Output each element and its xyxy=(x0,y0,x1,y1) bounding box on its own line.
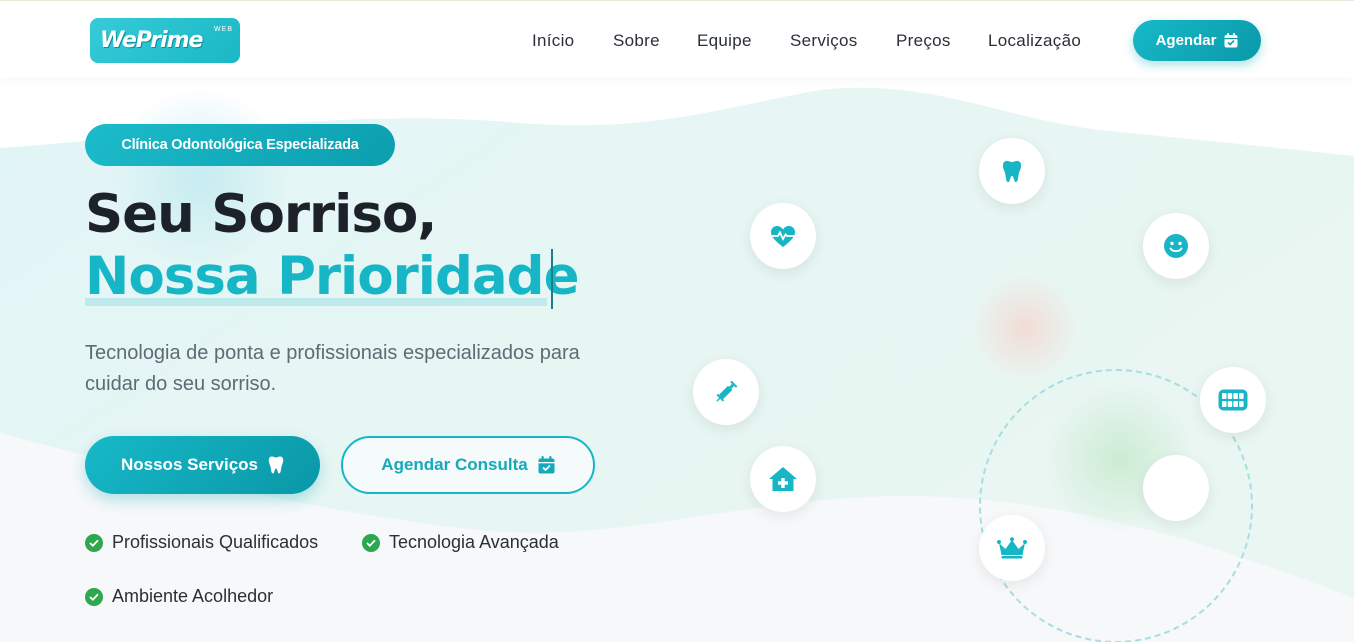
hero-subtitle-line2: cuidar do seu sorriso. xyxy=(85,373,277,395)
crown-icon xyxy=(997,537,1027,559)
calendar-check-icon xyxy=(538,456,555,474)
syringe-icon xyxy=(716,380,738,402)
logo[interactable]: WePrime WEB xyxy=(90,18,240,63)
teeth-icon xyxy=(1218,389,1248,411)
feature-item: Ambiente Acolhedor xyxy=(85,586,273,607)
header-agendar-button[interactable]: Agendar xyxy=(1133,20,1261,61)
services-button-label: Nossos Serviços xyxy=(120,455,258,474)
crown-icon-bubble xyxy=(979,515,1045,581)
tooth-icon xyxy=(268,456,284,474)
tooth-icon-bubble xyxy=(979,138,1045,204)
empty-bubble xyxy=(1143,455,1209,521)
header-agendar-label: Agendar xyxy=(1155,32,1217,49)
clinic-icon-bubble xyxy=(750,446,816,512)
teeth-icon-bubble xyxy=(1200,367,1266,433)
services-button[interactable]: Nossos Serviços xyxy=(85,436,320,494)
check-circle-icon xyxy=(85,533,103,552)
nav-item-sobre[interactable]: Sobre xyxy=(613,31,660,51)
feature-label: Tecnologia Avançada xyxy=(389,532,559,552)
smile-icon xyxy=(1164,234,1188,258)
specialty-badge: Clínica Odontológica Especializada xyxy=(85,124,395,166)
check-circle-icon xyxy=(85,587,103,606)
feature-label: Profissionais Qualificados xyxy=(112,532,319,552)
nav-item-servicos[interactable]: Serviços xyxy=(790,31,858,51)
page: WePrime WEB Início Sobre Equipe Serviços… xyxy=(0,0,1354,642)
nav-item-inicio[interactable]: Início xyxy=(532,31,574,51)
typing-cursor xyxy=(551,249,553,309)
logo-text: WePrime xyxy=(100,28,203,53)
syringe-icon-bubble xyxy=(693,359,759,425)
schedule-consultation-label: Agendar Consulta xyxy=(381,455,528,474)
clinic-icon xyxy=(769,467,797,491)
calendar-icon xyxy=(1224,33,1238,48)
schedule-consultation-button[interactable]: Agendar Consulta xyxy=(341,436,595,494)
check-circle-icon xyxy=(362,533,380,552)
tooth-icon xyxy=(1002,160,1022,182)
heart-icon-bubble xyxy=(750,203,816,269)
smile-icon-bubble xyxy=(1143,213,1209,279)
hero-subtitle: Tecnologia de ponta e profissionais espe… xyxy=(85,338,685,400)
hero-subtitle-line1: Tecnologia de ponta e profissionais espe… xyxy=(85,342,580,364)
hero-title-line2: Nossa Prioridade xyxy=(85,246,580,307)
feature-label: Ambiente Acolhedor xyxy=(112,586,274,606)
nav-item-precos[interactable]: Preços xyxy=(896,31,951,51)
nav-item-equipe[interactable]: Equipe xyxy=(697,31,752,51)
heart-pulse-icon xyxy=(771,225,795,247)
feature-item: Profissionais Qualificados xyxy=(85,532,318,553)
feature-item: Tecnologia Avançada xyxy=(362,532,559,553)
nav-item-localizacao[interactable]: Localização xyxy=(988,31,1081,51)
logo-small-text: WEB xyxy=(214,26,233,33)
header: WePrime WEB Início Sobre Equipe Serviços… xyxy=(0,0,1354,78)
hero-title-line1: Seu Sorriso, xyxy=(85,184,437,245)
